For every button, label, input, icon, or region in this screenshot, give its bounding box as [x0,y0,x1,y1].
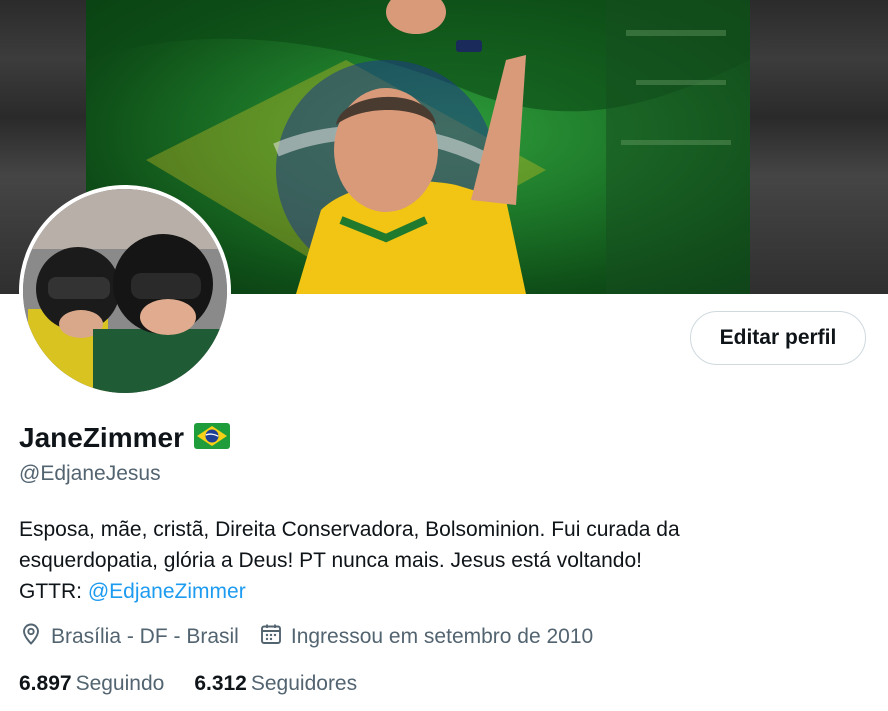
profile-name: JaneZimmer [19,422,184,453]
bio-line: GTTR: @EdjaneZimmer [19,576,869,607]
location-pin-icon [19,622,43,652]
profile-name-row: JaneZimmer [19,422,230,454]
followers-link[interactable]: 6.312 Seguidores [194,672,357,696]
following-link[interactable]: 6.897 Seguindo [19,672,164,696]
profile-location: Brasília - DF - Brasil [19,622,239,652]
follow-stats: 6.897 Seguindo 6.312 Seguidores [19,672,387,696]
bio-mention-link[interactable]: @EdjaneZimmer [88,580,246,603]
profile-handle: @EdjaneJesus [19,462,161,485]
bio-line: Esposa, mãe, cristã, Direita Conservador… [19,518,680,541]
bio-line: esquerdopatia, glória a Deus! PT nunca m… [19,549,642,572]
avatar-ring [19,185,231,397]
edit-profile-button[interactable]: Editar perfil [690,311,866,365]
brazil-flag-icon [193,422,230,454]
calendar-icon [259,622,283,652]
joined-text: Ingressou em setembro de 2010 [290,625,594,648]
bio-gttr-prefix: GTTR: [19,580,88,603]
avatar[interactable] [23,189,227,393]
profile-joined: Ingressou em setembro de 2010 [259,622,593,652]
profile-meta: Brasília - DF - Brasil Ingressou em sete… [19,622,613,652]
following-count: 6.897 [19,672,72,695]
followers-label: Seguidores [250,672,358,695]
followers-count: 6.312 [194,672,247,695]
profile-bio: Esposa, mãe, cristã, Direita Conservador… [19,514,869,607]
location-text: Brasília - DF - Brasil [51,625,239,648]
following-label: Seguindo [75,672,165,695]
banner-right-edge [750,0,888,294]
